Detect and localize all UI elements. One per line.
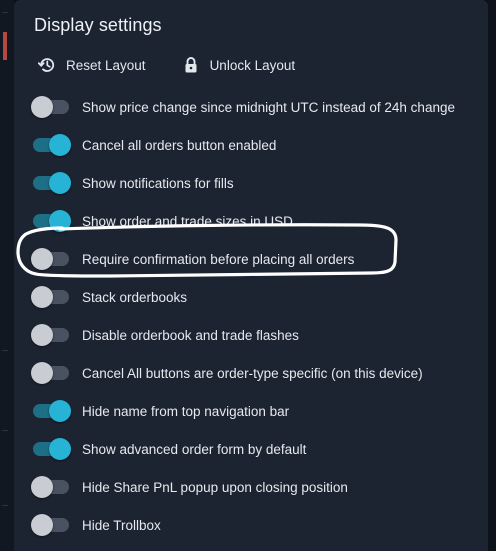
toggle-knob: [49, 134, 71, 156]
setting-toggle[interactable]: [31, 514, 69, 536]
toggle-knob: [31, 324, 53, 346]
setting-label: Show notifications for fills: [82, 175, 234, 191]
background-chart-strip: [0, 0, 14, 551]
setting-row[interactable]: Disable orderbook and trade flashes: [31, 316, 488, 354]
setting-label: Require confirmation before placing all …: [82, 251, 355, 267]
setting-toggle[interactable]: [33, 172, 71, 194]
setting-row[interactable]: Show price change since midnight UTC ins…: [31, 88, 488, 126]
toggle-knob: [31, 96, 53, 118]
setting-row[interactable]: Hide name from top navigation bar: [33, 392, 488, 430]
setting-toggle[interactable]: [33, 438, 71, 460]
setting-label: Show order and trade sizes in USD: [82, 213, 293, 229]
toggle-knob: [49, 438, 71, 460]
background-right-strip: [488, 0, 496, 551]
setting-label: Hide Share PnL popup upon closing positi…: [82, 479, 348, 495]
chart-tick: [2, 12, 8, 13]
setting-row[interactable]: Stack orderbooks: [31, 278, 488, 316]
setting-row[interactable]: Show advanced order form by default: [33, 430, 488, 468]
setting-toggle[interactable]: [33, 134, 71, 156]
setting-label: Show advanced order form by default: [82, 441, 307, 457]
dialog-title: Display settings: [34, 15, 162, 35]
toggle-knob: [31, 362, 53, 384]
setting-label: Stack orderbooks: [82, 289, 188, 305]
chart-tick: [2, 350, 8, 351]
setting-toggle[interactable]: [31, 96, 69, 118]
setting-label: Show price change since midnight UTC ins…: [82, 99, 455, 115]
setting-row[interactable]: Show order and trade sizes in USD: [33, 202, 488, 240]
lock-icon: [182, 56, 200, 74]
display-settings-dialog: Display settings Reset Layout Unlock Lay…: [14, 0, 488, 551]
toggle-knob: [31, 476, 53, 498]
toggle-knob: [49, 172, 71, 194]
unlock-layout-button[interactable]: Unlock Layout: [182, 56, 296, 74]
setting-row[interactable]: Hide Trollbox: [31, 506, 488, 544]
unlock-layout-label: Unlock Layout: [209, 57, 296, 73]
toggle-knob: [31, 248, 53, 270]
setting-label: Cancel all orders button enabled: [82, 137, 277, 153]
toggle-knob: [49, 210, 71, 232]
toggle-knob: [31, 286, 53, 308]
setting-row[interactable]: Require confirmation before placing all …: [31, 240, 488, 278]
setting-label: Hide Trollbox: [82, 517, 161, 533]
settings-list: Show price change since midnight UTC ins…: [31, 88, 488, 544]
setting-label: Hide name from top navigation bar: [82, 403, 290, 419]
reset-layout-button[interactable]: Reset Layout: [38, 56, 146, 74]
reset-layout-label: Reset Layout: [66, 57, 146, 73]
toggle-knob: [31, 514, 53, 536]
setting-toggle[interactable]: [31, 248, 69, 270]
setting-toggle[interactable]: [33, 400, 71, 422]
chart-candle: [3, 32, 7, 60]
setting-toggle[interactable]: [31, 362, 69, 384]
setting-toggle[interactable]: [31, 476, 69, 498]
setting-row[interactable]: Cancel all orders button enabled: [33, 126, 488, 164]
setting-row[interactable]: Show notifications for fills: [33, 164, 488, 202]
setting-label: Disable orderbook and trade flashes: [82, 327, 299, 343]
chart-tick: [2, 430, 8, 431]
setting-toggle[interactable]: [31, 324, 69, 346]
setting-row[interactable]: Cancel All buttons are order-type specif…: [31, 354, 488, 392]
toggle-knob: [49, 400, 71, 422]
layout-actions: Reset Layout Unlock Layout: [38, 56, 331, 74]
setting-label: Cancel All buttons are order-type specif…: [82, 365, 423, 381]
setting-toggle[interactable]: [33, 210, 71, 232]
history-icon: [38, 56, 56, 74]
chart-tick: [2, 505, 8, 506]
setting-toggle[interactable]: [31, 286, 69, 308]
setting-row[interactable]: Hide Share PnL popup upon closing positi…: [31, 468, 488, 506]
